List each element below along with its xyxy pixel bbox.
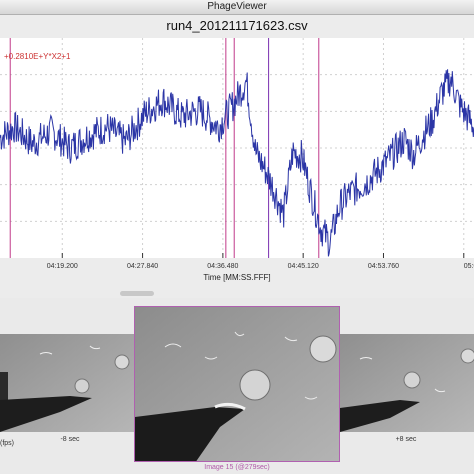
- data-series-line: [0, 69, 474, 257]
- window-title: PhageViewer: [207, 1, 267, 12]
- current-frame-caption: Image 15 (@279sec): [204, 464, 270, 471]
- next-frame-image[interactable]: [340, 334, 474, 432]
- plot-title: run4_201211171623.csv: [166, 18, 308, 33]
- x-axis-label: Time [MM:SS.FFF]: [203, 273, 270, 282]
- x-tick-label: 04:53.760: [368, 263, 399, 270]
- panel-splitter-handle[interactable]: [120, 291, 154, 296]
- fps-label: (fps): [0, 440, 14, 447]
- window-titlebar: PhageViewer: [0, 0, 474, 15]
- microscopy-image-next: [340, 334, 474, 432]
- microscopy-image-prev: [0, 334, 134, 432]
- previous-frame-image[interactable]: [0, 334, 134, 432]
- microscopy-image-current: [135, 307, 339, 461]
- x-tick-label: 04:45.120: [288, 263, 319, 270]
- plot-area[interactable]: +0.2810E+Y*X2+1: [0, 38, 474, 258]
- trace-chart[interactable]: +0.2810E+Y*X2+1: [0, 38, 474, 258]
- legend-text: +0.2810E+Y*X2+1: [4, 52, 71, 61]
- x-tick-label: 04:27.840: [127, 263, 158, 270]
- previous-frame-caption: -8 sec: [60, 436, 80, 443]
- x-tick-label: 05:02: [464, 263, 474, 270]
- x-axis-area: 04:19.200 04:27.840 04:36.480 04:45.120 04:5…: [47, 263, 474, 282]
- next-frame-caption: +8 sec: [395, 436, 417, 443]
- x-tick-label: 04:19.200: [47, 263, 78, 270]
- x-tick-label: 04:36.480: [207, 263, 238, 270]
- current-frame-image[interactable]: [134, 306, 340, 462]
